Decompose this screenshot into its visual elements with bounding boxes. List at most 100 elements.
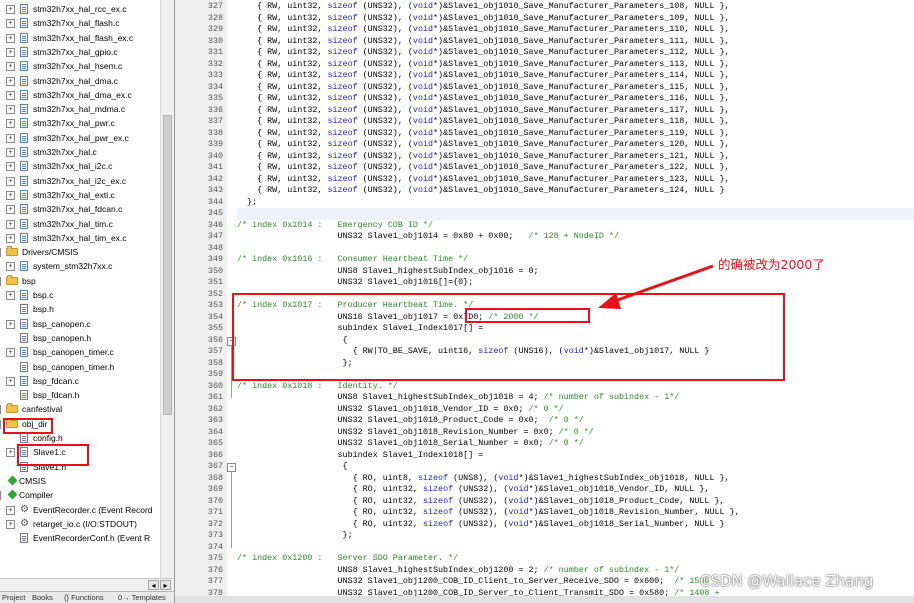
expand-icon[interactable]: + — [6, 205, 15, 215]
line-number: 377 — [207, 576, 223, 586]
code-line[interactable]: { RW, uint32, sizeof (UNS32), (void*)&Sl… — [237, 82, 729, 94]
tree-item-label: bsp.h — [33, 304, 54, 315]
expand-icon[interactable]: + — [6, 33, 15, 43]
expand-icon[interactable]: + — [6, 5, 15, 14]
expand-icon[interactable]: + — [6, 233, 15, 243]
line-number: 351 — [207, 277, 223, 287]
expand-icon[interactable]: + — [6, 291, 15, 300]
code-line[interactable]: /* index 0x1200 : Server SDO Parameter. … — [237, 553, 458, 565]
expand-icon[interactable]: + — [6, 262, 15, 272]
expand-icon[interactable]: + — [6, 62, 15, 72]
line-number: 341 — [207, 162, 223, 172]
tab-templates[interactable]: 0→ Templates — [116, 592, 168, 603]
expand-icon[interactable]: + — [6, 319, 15, 329]
code-line[interactable]: UNS32 Slave1_obj1018_Vendor_ID = 0x0; /*… — [237, 404, 564, 416]
expand-icon[interactable]: + — [6, 148, 15, 157]
code-line[interactable]: /* index 0x1018 : Identity. */ — [237, 381, 398, 393]
expand-icon[interactable]: + — [6, 176, 15, 186]
code-line[interactable]: { RW, uint32, sizeof (UNS32), (void*)&Sl… — [237, 93, 729, 105]
tab-books[interactable]: Books — [30, 592, 55, 603]
expand-icon[interactable]: + — [6, 219, 15, 229]
expand-icon[interactable]: + — [6, 47, 15, 57]
code-line[interactable]: subindex Slave1_Index1018[] = — [237, 450, 484, 462]
code-line[interactable]: UNS32 Slave1_obj1018_Revision_Number = 0… — [237, 427, 594, 439]
code-line[interactable]: { RW, uint32, sizeof (UNS32), (void*)&Sl… — [237, 1, 729, 13]
expand-icon[interactable]: + — [6, 376, 15, 386]
code-line[interactable]: { RW, uint32, sizeof (UNS32), (void*)&Sl… — [237, 174, 729, 186]
expand-icon[interactable]: + — [6, 190, 15, 200]
expand-icon[interactable]: + — [6, 76, 15, 86]
tree-item-label: stm32h7xx_hal_rcc_ex.c — [33, 4, 127, 14]
code-line[interactable]: { RW, uint32, sizeof (UNS32), (void*)&Sl… — [237, 59, 729, 71]
expand-icon[interactable]: + — [6, 505, 15, 515]
code-line[interactable]: UNS8 Slave1_highestSubIndex_obj1016 = 0; — [237, 266, 539, 278]
collapse-icon[interactable]: − — [0, 419, 1, 429]
file-icon — [20, 161, 28, 172]
code-line[interactable]: UNS8 Slave1_highestSubIndex_obj1018 = 4;… — [237, 392, 680, 404]
fold-guide — [231, 471, 232, 548]
code-line[interactable]: { RO, uint8, sizeof (UNS8), (void*)&Slav… — [237, 473, 730, 485]
code-line[interactable]: { RW, uint32, sizeof (UNS32), (void*)&Sl… — [237, 151, 729, 163]
expand-icon[interactable]: + — [6, 448, 15, 458]
code-line[interactable]: UNS32 Slave1_obj1018_Serial_Number = 0x0… — [237, 438, 584, 450]
tree-item-label: stm32h7xx_hal_dma.c — [33, 75, 119, 86]
line-number: 335 — [207, 93, 223, 103]
code-line[interactable]: UNS8 Slave1_highestSubIndex_obj1200 = 2;… — [237, 565, 680, 577]
code-line[interactable]: { RO, uint32, sizeof (UNS32), (void*)&Sl… — [237, 519, 725, 531]
line-number: 354 — [207, 311, 223, 322]
code-line[interactable]: { RW, uint32, sizeof (UNS32), (void*)&Sl… — [237, 162, 729, 174]
expand-icon[interactable]: + — [6, 105, 15, 115]
file-icon — [20, 32, 28, 43]
code-line[interactable]: UNS32 Slave1_obj1014 = 0x80 + 0x00; /* 1… — [237, 231, 619, 243]
tree-vertical-scrollbar[interactable] — [160, 0, 174, 578]
code-line[interactable]: { RO, uint32, sizeof (UNS32), (void*)&Sl… — [237, 496, 725, 508]
code-line[interactable]: UNS32 Slave1_obj1018_Product_Code = 0x0;… — [237, 415, 584, 427]
code-line[interactable]: UNS32 Slave1_obj1200_COB_ID_Client_to_Se… — [237, 576, 720, 588]
code-line[interactable]: { RW, uint32, sizeof (UNS32), (void*)&Sl… — [237, 24, 729, 36]
project-tree-panel: + stm32h7xx_hal_rcc_ex.c + stm32h7xx_hal_fl… — [0, 0, 175, 603]
line-number: 342 — [207, 173, 223, 184]
code-line[interactable]: { RW, uint32, sizeof (UNS32), (void*)&Sl… — [237, 105, 729, 117]
collapse-icon[interactable]: − — [0, 491, 1, 501]
editor-horizontal-scrollbar[interactable] — [175, 596, 914, 603]
line-number: 331 — [207, 47, 223, 57]
code-line[interactable]: /* index 0x1016 : Consumer Heartbeat Tim… — [237, 254, 468, 266]
tab-functions[interactable]: {} Functions — [62, 592, 106, 603]
code-line[interactable]: { RW, uint32, sizeof (UNS32), (void*)&Sl… — [237, 13, 729, 25]
code-line[interactable]: { RW, uint32, sizeof (UNS32), (void*)&Sl… — [237, 116, 729, 128]
expand-icon[interactable]: + — [6, 119, 15, 129]
expand-icon[interactable]: + — [6, 519, 15, 529]
code-line[interactable]: { RO, uint32, sizeof (UNS32), (void*)&Sl… — [237, 484, 710, 496]
code-line[interactable]: }; — [237, 197, 257, 209]
expand-icon[interactable]: + — [0, 405, 1, 415]
code-line[interactable]: { RW, uint32, sizeof (UNS32), (void*)&Sl… — [237, 139, 729, 151]
tree-scroll-thumb[interactable] — [163, 115, 172, 415]
code-line[interactable]: { RW, uint32, sizeof (UNS32), (void*)&Sl… — [237, 128, 729, 140]
line-number: 367 — [207, 461, 223, 471]
code-line[interactable]: { RW, uint32, sizeof (UNS32), (void*)&Sl… — [237, 185, 724, 197]
csdn-watermark: CSDN @Wallace Zhang — [700, 572, 874, 590]
code-line[interactable]: { RW, uint32, sizeof (UNS32), (void*)&Sl… — [237, 47, 729, 59]
collapse-icon[interactable]: − — [0, 276, 1, 286]
collapse-icon[interactable]: − — [0, 248, 1, 258]
expand-icon[interactable]: + — [6, 19, 15, 29]
code-line[interactable]: }; — [237, 530, 353, 542]
expand-icon[interactable]: + — [6, 133, 15, 143]
code-line[interactable]: { RO, uint32, sizeof (UNS32), (void*)&Sl… — [237, 507, 740, 519]
scroll-right-icon[interactable]: ▸ — [160, 580, 171, 590]
tree-item-label: stm32h7xx_hal_flash_ex.c — [33, 32, 134, 43]
code-line[interactable]: { RW, uint32, sizeof (UNS32), (void*)&Sl… — [237, 70, 729, 82]
tree-horizontal-scrollbar[interactable]: ◂ ▸ — [0, 578, 174, 592]
line-number: 336 — [207, 104, 223, 115]
code-line[interactable]: UNS32 Slave1_obj1016[]={0}; — [237, 277, 474, 289]
expand-icon[interactable]: + — [6, 90, 15, 100]
expand-icon[interactable]: + — [6, 348, 15, 358]
expand-icon[interactable]: + — [6, 162, 15, 172]
scroll-left-icon[interactable]: ◂ — [148, 580, 159, 590]
line-number: 373 — [207, 530, 223, 540]
code-line[interactable]: /* index 0x1014 : Emergency COB ID */ — [237, 220, 433, 232]
code-line[interactable]: { RW, uint32, sizeof (UNS32), (void*)&Sl… — [237, 36, 729, 48]
tab-project[interactable]: Project — [0, 592, 27, 603]
line-number: 339 — [207, 139, 223, 149]
code-line[interactable]: { — [237, 461, 348, 473]
